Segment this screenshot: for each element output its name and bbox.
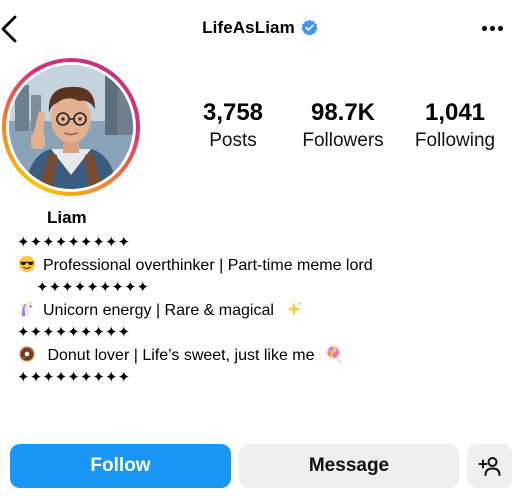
smiling-face-with-sunglasses-icon bbox=[18, 255, 36, 272]
donut-icon bbox=[19, 345, 35, 362]
bio-divider: ✦✦✦✦✦✦✦✦✦ bbox=[17, 369, 131, 386]
bio-line-3: Donut lover | Life’s sweet, just like me bbox=[17, 345, 497, 368]
bio-line-3-text: Donut lover | Life’s sweet, just like me bbox=[43, 346, 315, 364]
suggested-accounts-button[interactable] bbox=[467, 444, 512, 488]
username-title: LifeAsLiam bbox=[202, 18, 295, 37]
bio-line-1: Professional overthinker | Part-time mem… bbox=[17, 255, 497, 278]
more-options-button[interactable] bbox=[482, 26, 504, 34]
following-count: 1,041 bbox=[424, 99, 486, 126]
more-horizontal-icon bbox=[482, 26, 487, 31]
bio-line-2: Unicorn energy | Rare & magical bbox=[17, 299, 497, 323]
followers-stat[interactable]: 98.7K Followers bbox=[288, 98, 398, 154]
posts-label: Posts bbox=[209, 130, 257, 151]
posts-stat[interactable]: 3,758 Posts bbox=[178, 98, 288, 154]
posts-count: 3,758 bbox=[202, 99, 264, 126]
followers-count: 98.7K bbox=[310, 99, 376, 126]
verified-badge-icon bbox=[301, 19, 318, 36]
sparkles-icon bbox=[287, 300, 303, 316]
bio-line-1-text: Professional overthinker | Part-time mem… bbox=[43, 256, 373, 274]
unicorn-icon bbox=[21, 299, 34, 316]
profile-bio: ✦✦✦✦✦✦✦✦✦ Professional overthinker | Par… bbox=[17, 232, 497, 390]
bio-divider: ✦✦✦✦✦✦✦✦✦ bbox=[17, 234, 131, 251]
following-label: Following bbox=[414, 130, 496, 151]
profile-avatar bbox=[9, 65, 133, 189]
display-name: Liam bbox=[47, 208, 87, 227]
bio-divider: ✦✦✦✦✦✦✦✦✦ bbox=[17, 324, 131, 341]
bio-line-2-text: Unicorn energy | Rare & magical bbox=[43, 301, 274, 319]
follow-button[interactable]: Follow bbox=[10, 444, 231, 488]
profile-stats: 3,758 Posts 98.7K Followers 1,041 Follow… bbox=[186, 98, 520, 158]
followers-label: Followers bbox=[302, 130, 384, 151]
following-stat[interactable]: 1,041 Following bbox=[400, 98, 510, 154]
profile-header: LifeAsLiam bbox=[0, 18, 520, 38]
bio-divider: ✦✦✦✦✦✦✦✦✦ bbox=[36, 279, 150, 296]
story-ring[interactable] bbox=[2, 58, 140, 196]
lollipop-icon bbox=[327, 345, 342, 363]
top-bar: LifeAsLiam bbox=[0, 0, 520, 58]
add-person-icon bbox=[478, 457, 500, 476]
message-button[interactable]: Message bbox=[239, 444, 459, 488]
